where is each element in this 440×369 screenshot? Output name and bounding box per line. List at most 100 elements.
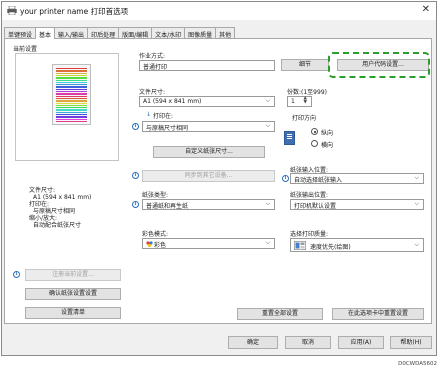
- help-button[interactable]: 帮助(H): [390, 336, 432, 349]
- summary-line: 与原稿尺寸相同: [33, 208, 76, 215]
- preview-stripe: [56, 72, 87, 74]
- preview-stripe: [56, 111, 87, 114]
- callout-highlight: [328, 52, 430, 78]
- summary-line: 打印在:: [29, 201, 50, 208]
- tab-strip: 单键预设 基本 输入/输出 印后处理 版面/编辑 文本/水印 图像质量 其他: [4, 27, 236, 39]
- basic-tab-panel: 当前设置 文件尺寸: A1 (594 x 841 mm) 打印在: 与原稿尺寸相…: [4, 38, 432, 324]
- preview-stripe: [56, 116, 87, 118]
- job-type-value: 普通打印: [143, 64, 168, 71]
- preview-stripe: [56, 95, 87, 97]
- output-tray-value: 打印机默认设置: [294, 203, 337, 210]
- preview-stripe: [56, 79, 87, 81]
- portrait-radio[interactable]: [311, 128, 318, 135]
- tab-layout-edit[interactable]: 版面/编辑: [118, 27, 153, 39]
- preview-stripe: [56, 100, 87, 102]
- preview-stripe: [56, 120, 87, 123]
- preview-stripe: [56, 70, 87, 72]
- preview-stripe: [56, 68, 87, 70]
- color-mode-select[interactable]: 彩色 ⌵: [142, 238, 275, 249]
- preview-stripe: [56, 93, 87, 95]
- reset-all-settings-button[interactable]: 重置全部设置: [237, 308, 323, 320]
- close-icon[interactable]: ✕: [422, 4, 430, 15]
- preview-stripe: [56, 109, 87, 111]
- print-on-value: 与原稿尺寸相同: [146, 125, 189, 132]
- summary-line: A1 (594 x 841 mm): [33, 194, 92, 201]
- figure-caption: D0CWDA5602: [398, 361, 437, 367]
- custom-paper-size-button[interactable]: 自定义纸张尺寸...: [153, 146, 265, 158]
- chevron-down-icon: ⌵: [414, 241, 419, 248]
- preview-stripe: [56, 84, 87, 86]
- input-tray-select[interactable]: 自动选择纸张输入 ⌵: [290, 173, 424, 184]
- input-tray-value: 自动选择纸张输入: [294, 177, 343, 184]
- ok-button[interactable]: 确定: [228, 336, 278, 349]
- job-type-label: 作业方式:: [139, 53, 166, 60]
- document-size-label: 文件尺寸:: [139, 89, 166, 96]
- orientation-label: 打印方向: [292, 115, 317, 122]
- job-type-field[interactable]: 普通打印: [139, 60, 275, 71]
- preview-stripe: [56, 104, 87, 107]
- summary-line: 缩小/放大:: [29, 215, 58, 222]
- chevron-down-icon: ⌵: [265, 200, 270, 207]
- tab-basic[interactable]: 基本: [35, 27, 56, 39]
- chevron-down-icon: ⌵: [265, 97, 270, 104]
- chevron-down-icon: ⌵: [414, 200, 419, 207]
- paper-preview-image: [52, 64, 91, 125]
- cancel-button[interactable]: 取消: [285, 336, 331, 349]
- document-size-value: A1 (594 x 841 mm): [143, 98, 202, 105]
- summary-line: 文件尺寸:: [29, 187, 56, 194]
- color-mode-value: 彩色: [154, 242, 167, 249]
- print-quality-value: 速度优先(绘图): [310, 244, 351, 251]
- tab-text-watermark[interactable]: 文本/水印: [151, 27, 186, 39]
- preview-stripe: [56, 118, 87, 120]
- preview-stripe: [56, 91, 87, 93]
- tab-finishing[interactable]: 印后处理: [87, 27, 120, 39]
- preview-stripe: [56, 86, 87, 88]
- output-tray-label: 纸张输出位置:: [290, 192, 329, 199]
- printer-icon: [7, 6, 17, 15]
- tab-input-output[interactable]: 输入/输出: [54, 27, 89, 39]
- info-icon: i: [132, 172, 139, 179]
- settings-list-button[interactable]: 设置清单: [25, 307, 121, 319]
- print-on-label: 打印在:: [153, 113, 174, 120]
- quality-icon: [294, 241, 306, 250]
- preview-stripe: [56, 97, 87, 100]
- info-icon: i: [282, 175, 289, 182]
- title-bar: your printer name 打印首选项 ✕: [2, 2, 436, 20]
- print-quality-label: 选择打印质量:: [290, 231, 329, 238]
- tab-other[interactable]: 其他: [215, 27, 236, 39]
- print-quality-select[interactable]: 速度优先(绘图) ⌵: [290, 238, 424, 252]
- document-size-select[interactable]: A1 (594 x 841 mm) ⌵: [139, 96, 275, 107]
- output-tray-select[interactable]: 打印机默认设置 ⌵: [290, 199, 424, 210]
- tab-image-quality[interactable]: 图像质量: [184, 27, 217, 39]
- color-icon: [146, 241, 153, 247]
- settings-preview: [15, 53, 119, 161]
- preview-stripe: [56, 114, 87, 116]
- tab-one-click-presets[interactable]: 单键预设: [4, 27, 37, 39]
- paper-type-value: 普通纸和再生纸: [146, 203, 189, 210]
- paper-type-select[interactable]: 普通纸和再生纸 ⌵: [142, 199, 275, 210]
- landscape-label: 横向: [321, 142, 334, 149]
- apply-button[interactable]: 应用(A): [338, 336, 384, 349]
- preview-stripe: [56, 102, 87, 104]
- preview-stripe: [56, 77, 87, 79]
- info-icon: i: [132, 201, 139, 208]
- info-icon: i: [132, 123, 139, 130]
- settings-summary: 文件尺寸: A1 (594 x 841 mm) 打印在: 与原稿尺寸相同 缩小/…: [29, 187, 91, 229]
- current-settings-label: 当前设置: [13, 46, 38, 53]
- paper-type-label: 纸张类型:: [142, 192, 169, 199]
- copies-label: 份数:(1至999): [287, 89, 327, 96]
- register-current-settings-button[interactable]: 注册当前设置...: [25, 269, 121, 281]
- job-details-button[interactable]: 细节: [281, 59, 329, 71]
- spin-icon[interactable]: ▲ ▼: [304, 96, 307, 105]
- window-title: your printer name 打印首选项: [20, 7, 129, 16]
- chevron-down-icon: ⌵: [265, 239, 270, 246]
- copies-input[interactable]: 1 ▲ ▼: [287, 96, 312, 107]
- chevron-down-icon: ⌵: [414, 174, 419, 181]
- sync-settings-button[interactable]: 同步到其它设备...: [142, 170, 275, 182]
- expand-icon[interactable]: ↓: [146, 111, 151, 118]
- confirm-paper-settings-button[interactable]: 确认纸张设置设置: [25, 288, 121, 300]
- landscape-radio[interactable]: [311, 140, 318, 147]
- portrait-icon: [284, 131, 295, 145]
- print-on-select[interactable]: 与原稿尺寸相同 ⌵: [142, 121, 275, 132]
- reset-tab-settings-button[interactable]: 在此选项卡中重置设置: [332, 308, 424, 320]
